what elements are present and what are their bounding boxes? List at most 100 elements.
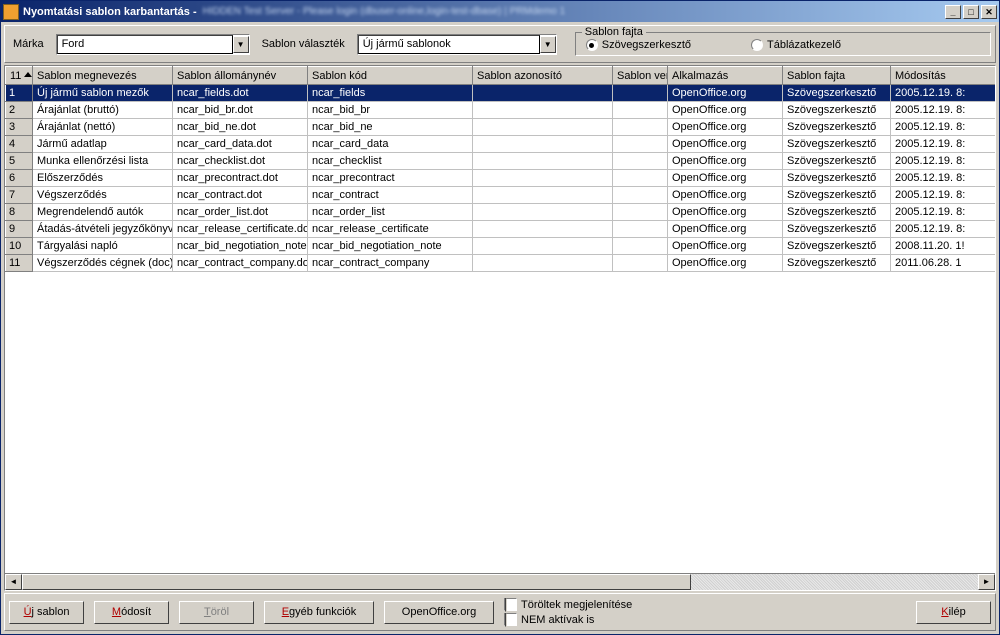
cell-name: Jármű adatlap (33, 136, 173, 153)
minimize-button[interactable]: _ (945, 5, 961, 19)
cell-app: OpenOffice.org (668, 136, 783, 153)
cell-modified: 2005.12.19. 8: (891, 170, 996, 187)
cell-filename: ncar_order_list.dot (173, 204, 308, 221)
radio-spreadsheet[interactable]: Táblázatkezelő (751, 39, 841, 51)
cell-kind: Szövegszerkesztő (783, 255, 891, 272)
show-inactive-checkbox[interactable]: NEM aktívak is (504, 613, 632, 626)
cell-version (613, 221, 668, 238)
cell-app: OpenOffice.org (668, 102, 783, 119)
column-header[interactable]: Sablon azonosító (473, 67, 613, 85)
table-row[interactable]: 9Átadás-átvételi jegyzőkönyvncar_release… (6, 221, 996, 238)
cell-version (613, 85, 668, 102)
new-template-button[interactable]: Új sablon (9, 601, 84, 624)
client-area: Márka Ford ▼ Sablon választék Új jármű s… (1, 22, 999, 634)
column-header[interactable]: Sablon verzió (613, 67, 668, 85)
cell-app: OpenOffice.org (668, 255, 783, 272)
table-row[interactable]: 1Új jármű sablon mezőkncar_fields.dotnca… (6, 85, 996, 102)
cell-filename: ncar_release_certificate.dot (173, 221, 308, 238)
row-number: 7 (6, 187, 33, 204)
cell-id (473, 170, 613, 187)
filter-toolbar: Márka Ford ▼ Sablon választék Új jármű s… (4, 25, 996, 63)
cell-name: Új jármű sablon mezők (33, 85, 173, 102)
chevron-down-icon[interactable]: ▼ (233, 36, 249, 53)
table-row[interactable]: 10Tárgyalási naplóncar_bid_negotiation_n… (6, 238, 996, 255)
cell-modified: 2005.12.19. 8: (891, 187, 996, 204)
scroll-right-icon[interactable]: ► (978, 574, 995, 590)
row-number: 1 (6, 85, 33, 102)
table-row[interactable]: 7Végszerződésncar_contract.dotncar_contr… (6, 187, 996, 204)
column-header[interactable]: Sablon fajta (783, 67, 891, 85)
cell-modified: 2005.12.19. 8: (891, 204, 996, 221)
table-row[interactable]: 8Megrendelendő autókncar_order_list.dotn… (6, 204, 996, 221)
cell-version (613, 102, 668, 119)
cell-code: ncar_contract_company (308, 255, 473, 272)
cell-id (473, 187, 613, 204)
cell-code: ncar_release_certificate (308, 221, 473, 238)
table-row[interactable]: 4Jármű adatlapncar_card_data.dotncar_car… (6, 136, 996, 153)
close-button[interactable]: ✕ (981, 5, 997, 19)
cell-kind: Szövegszerkesztő (783, 85, 891, 102)
horizontal-scrollbar[interactable]: ◄ ► (5, 573, 995, 590)
brand-label: Márka (9, 38, 48, 50)
cell-id (473, 119, 613, 136)
cell-filename: ncar_contract_company.dot (173, 255, 308, 272)
cell-code: ncar_bid_ne (308, 119, 473, 136)
cell-id (473, 204, 613, 221)
cell-filename: ncar_card_data.dot (173, 136, 308, 153)
cell-modified: 2005.12.19. 8: (891, 136, 996, 153)
column-header[interactable]: Sablon kód (308, 67, 473, 85)
cell-version (613, 136, 668, 153)
show-deleted-checkbox[interactable]: Töröltek megjelenítése (504, 598, 632, 611)
cell-version (613, 153, 668, 170)
cell-filename: ncar_bid_ne.dot (173, 119, 308, 136)
cell-version (613, 204, 668, 221)
column-header[interactable]: Alkalmazás (668, 67, 783, 85)
grid-container: 11 Sablon megnevezésSablon állománynévSa… (4, 65, 996, 591)
column-header[interactable]: Módosítás (891, 67, 996, 85)
cell-version (613, 238, 668, 255)
table-row[interactable]: 2Árajánlat (bruttó)ncar_bid_br.dotncar_b… (6, 102, 996, 119)
cell-app: OpenOffice.org (668, 153, 783, 170)
chevron-down-icon[interactable]: ▼ (540, 36, 556, 53)
table-row[interactable]: 6Előszerződésncar_precontract.dotncar_pr… (6, 170, 996, 187)
modify-button[interactable]: Módosít (94, 601, 169, 624)
cell-code: ncar_bid_br (308, 102, 473, 119)
cell-name: Árajánlat (nettó) (33, 119, 173, 136)
column-header[interactable]: Sablon megnevezés (33, 67, 173, 85)
cell-code: ncar_fields (308, 85, 473, 102)
cell-id (473, 255, 613, 272)
cell-kind: Szövegszerkesztő (783, 187, 891, 204)
scroll-track[interactable] (22, 574, 978, 590)
cell-code: ncar_precontract (308, 170, 473, 187)
selection-combo-value: Új jármű sablonok (358, 35, 540, 54)
template-kind-group: Sablon fajta Szövegszerkesztő Táblázatke… (575, 32, 991, 56)
maximize-button[interactable]: □ (963, 5, 979, 19)
cell-app: OpenOffice.org (668, 221, 783, 238)
table-row[interactable]: 3Árajánlat (nettó)ncar_bid_ne.dotncar_bi… (6, 119, 996, 136)
scroll-left-icon[interactable]: ◄ (5, 574, 22, 590)
openoffice-button[interactable]: OpenOffice.org (384, 601, 494, 624)
row-number: 5 (6, 153, 33, 170)
table-row[interactable]: 5Munka ellenőrzési listancar_checklist.d… (6, 153, 996, 170)
column-header[interactable]: Sablon állománynév (173, 67, 308, 85)
cell-filename: ncar_checklist.dot (173, 153, 308, 170)
table-row[interactable]: 11Végszerződés cégnek (doc)ncar_contract… (6, 255, 996, 272)
cell-kind: Szövegszerkesztő (783, 238, 891, 255)
radio-text-editor[interactable]: Szövegszerkesztő (586, 39, 691, 51)
other-functions-button[interactable]: Egyéb funkciók (264, 601, 374, 624)
cell-kind: Szövegszerkesztő (783, 102, 891, 119)
cell-filename: ncar_contract.dot (173, 187, 308, 204)
selection-combo[interactable]: Új jármű sablonok ▼ (357, 34, 557, 55)
column-header[interactable]: 11 (6, 67, 33, 85)
show-inactive-label: NEM aktívak is (521, 614, 594, 626)
row-number: 11 (6, 255, 33, 272)
cell-version (613, 187, 668, 204)
data-grid[interactable]: 11 Sablon megnevezésSablon állománynévSa… (5, 66, 995, 573)
cell-filename: ncar_bid_br.dot (173, 102, 308, 119)
scroll-thumb[interactable] (22, 574, 691, 590)
group-legend: Sablon fajta (582, 26, 646, 38)
brand-combo[interactable]: Ford ▼ (56, 34, 250, 55)
checkbox-icon (504, 613, 517, 626)
cell-modified: 2005.12.19. 8: (891, 153, 996, 170)
exit-button[interactable]: Kilép (916, 601, 991, 624)
